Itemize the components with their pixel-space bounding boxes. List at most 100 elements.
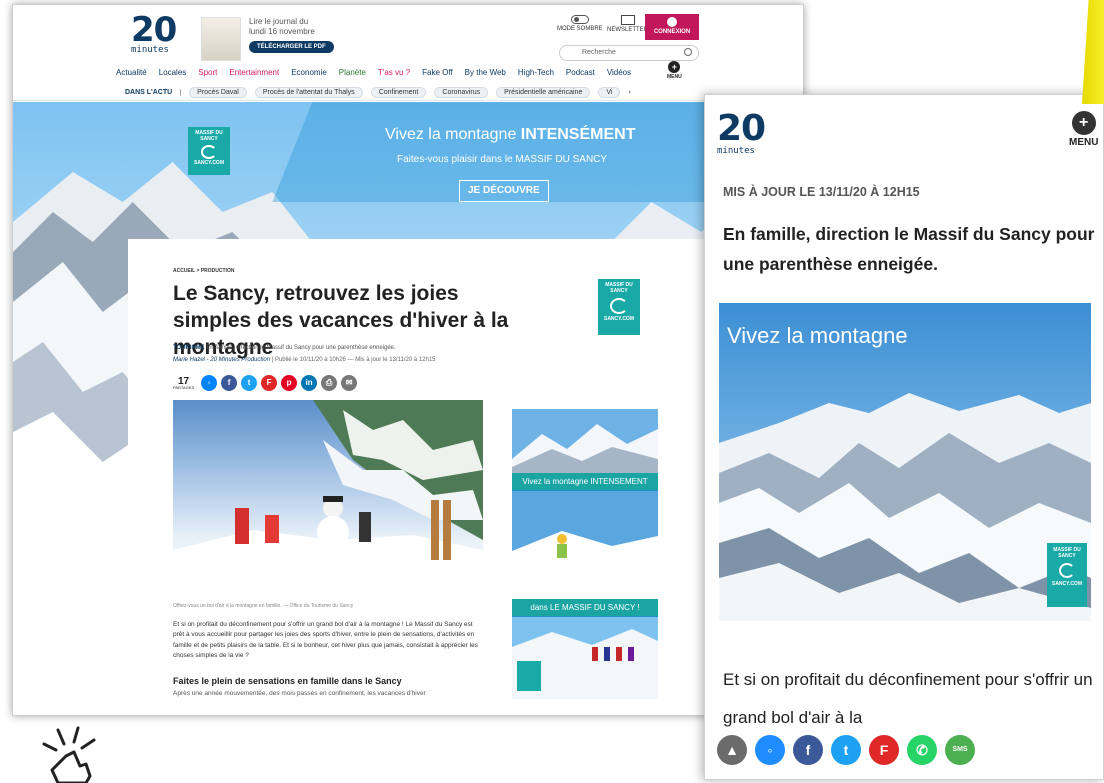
logo-number: 20 xyxy=(717,108,766,149)
site-header: 20 minutes Lire le journal du lundi 16 n… xyxy=(13,5,803,101)
login-label: CONNEXION xyxy=(653,29,691,35)
newspaper-promo[interactable]: Lire le journal du lundi 16 novembre TÉL… xyxy=(201,17,334,63)
banner-headline-a: Vivez la montagne xyxy=(385,126,521,143)
logo-number: 20 xyxy=(131,10,177,50)
side-ad[interactable]: Vivez la montagne INTENSEMENT dans LE MA… xyxy=(512,409,658,699)
download-pdf-button[interactable]: TÉLÉCHARGER LE PDF xyxy=(249,41,334,53)
nav-item[interactable]: Fake Off xyxy=(422,68,453,82)
logo-site-text: SANCY.COM xyxy=(603,316,634,322)
menu-button[interactable]: + MENU xyxy=(667,61,682,80)
nav-item[interactable]: Vidéos xyxy=(607,68,631,82)
logo-name-text: SANCY xyxy=(1058,552,1076,559)
mobile-ad[interactable]: Vivez la montagne MASSIF DU SANCY SANCY.… xyxy=(719,303,1091,621)
menu-label: MENU xyxy=(1069,137,1099,148)
side-ad-line1: Vivez la montagne INTENSEMENT xyxy=(512,473,658,490)
twitter-icon[interactable]: t xyxy=(831,735,861,765)
facebook-icon[interactable]: f xyxy=(221,375,238,391)
logo-site-text: SANCY.COM xyxy=(193,160,224,166)
nav-item[interactable]: T'as vu ? xyxy=(378,68,410,82)
article-paragraph-2: Après une année mouvementée, des mois pa… xyxy=(173,690,426,697)
alert-icon[interactable]: ▲ xyxy=(717,735,747,765)
banner-headline: Vivez la montagne INTENSÉMENT xyxy=(385,126,635,144)
nav-item[interactable]: Podcast xyxy=(566,68,595,82)
article-card: ACCUEIL > PRODUCTION Le Sancy, retrouvez… xyxy=(128,239,704,715)
author-link[interactable]: Marie Hazel - 20 Minutes Production xyxy=(173,357,270,363)
nav-item[interactable]: Locales xyxy=(159,68,187,82)
side-ad-line2: dans LE MASSIF DU SANCY ! xyxy=(512,599,658,616)
whatsapp-icon[interactable]: ✆ xyxy=(907,735,937,765)
newsletter-label: NEWSLETTER xyxy=(607,27,649,33)
mobile-ad-mountains xyxy=(719,303,1091,621)
nav-item[interactable]: By the Web xyxy=(465,68,506,82)
logo-name-text: SANCY xyxy=(200,135,218,142)
promo-line2: lundi 16 novembre xyxy=(249,27,315,36)
nav-item[interactable]: High-Tech xyxy=(518,68,554,82)
twitter-icon[interactable]: t xyxy=(241,375,258,391)
family-snow-photo xyxy=(173,400,483,598)
ad-skier-photo xyxy=(512,491,658,599)
chevron-right-icon[interactable]: › xyxy=(628,89,630,96)
email-icon[interactable]: ✉ xyxy=(341,375,358,391)
banner-headline-b: INTENSÉMENT xyxy=(520,126,636,143)
sancy-swirl-icon xyxy=(201,145,217,159)
messenger-icon[interactable]: ◦ xyxy=(201,375,218,391)
publish-info: | Publié le 10/11/20 à 10h26 — Mis à jou… xyxy=(270,357,436,363)
mobile-menu-button[interactable]: + MENU xyxy=(1069,111,1098,148)
flipboard-icon[interactable]: F xyxy=(869,735,899,765)
newsletter-link[interactable]: NEWSLETTER xyxy=(607,15,648,33)
sms-icon[interactable]: SMS xyxy=(945,735,975,765)
mobile-ad-title: Vivez la montagne xyxy=(727,323,908,348)
ad-mountain-photo-1 xyxy=(512,409,658,473)
plus-icon: + xyxy=(668,61,681,73)
article-lead: TOURISME En famille, direction le Massif… xyxy=(173,345,396,351)
dark-mode-toggle[interactable]: MODE SOMBRE xyxy=(557,15,603,32)
nav-item[interactable]: Sport xyxy=(198,68,217,82)
article-meta: Marie Hazel - 20 Minutes Production | Pu… xyxy=(173,357,436,363)
nav-item[interactable]: Economie xyxy=(291,68,327,82)
breadcrumb[interactable]: ACCUEIL > PRODUCTION xyxy=(173,268,234,274)
trending-chip[interactable]: Procès Daval xyxy=(189,86,247,98)
pinterest-icon[interactable]: p xyxy=(281,375,298,391)
trending-chip[interactable]: Coronavirus xyxy=(434,86,489,98)
toggle-icon xyxy=(570,15,589,24)
mobile-site-logo[interactable]: 20 minutes xyxy=(717,108,766,156)
search-input[interactable]: Recherche xyxy=(559,45,699,61)
trending-chip[interactable]: Vi xyxy=(598,86,621,98)
trending-label: DANS L'ACTU xyxy=(125,88,182,96)
desktop-page: 20 minutes Lire le journal du lundi 16 n… xyxy=(12,4,804,716)
mobile-share-bar: ▲ ◦ f t F ✆ SMS xyxy=(717,733,975,767)
flipboard-icon[interactable]: F xyxy=(261,375,278,391)
trending-chip[interactable]: Confinement xyxy=(370,86,427,98)
dark-mode-label: MODE SOMBRE xyxy=(557,26,603,32)
nav-item[interactable]: Actualité xyxy=(116,68,147,82)
sancy-article-logo: MASSIF DU SANCY SANCY.COM xyxy=(598,279,640,335)
sancy-swirl-icon xyxy=(1059,563,1075,578)
mobile-lead: En famille, direction le Massif du Sancy… xyxy=(723,224,1095,275)
logo-name-text: SANCY xyxy=(610,287,628,294)
mobile-page: 20 minutes + MENU MIS À JOUR LE 13/11/20… xyxy=(704,94,1104,780)
trending-chip[interactable]: Présidentielle américaine xyxy=(496,86,591,98)
linkedin-icon[interactable]: in xyxy=(301,375,318,391)
trending-chip[interactable]: Procès de l'attentat du Thalys xyxy=(254,86,363,98)
search-icon[interactable] xyxy=(684,48,692,56)
nav-item[interactable]: Entertainment xyxy=(229,68,279,82)
share-count: 17 PARTAGES xyxy=(173,376,194,390)
print-icon[interactable]: ⎙ xyxy=(321,375,338,391)
newspaper-thumbnail xyxy=(201,17,241,61)
composite-screenshot: 20 minutes Lire le journal du lundi 16 n… xyxy=(0,0,1104,783)
messenger-icon[interactable]: ◦ xyxy=(755,735,785,765)
article-paragraph: Et si on profitait du déconfinement pour… xyxy=(173,621,478,660)
login-button[interactable]: CONNEXION xyxy=(645,14,699,40)
main-nav: Actualité Locales Sport Entertainment Econom… xyxy=(116,68,631,82)
photo-caption: Offrez-vous un bol d'air à la montagne e… xyxy=(173,603,354,609)
envelope-icon xyxy=(620,15,635,25)
sancy-banner-logo[interactable]: MASSIF DU SANCY SANCY.COM xyxy=(188,127,230,175)
nav-item[interactable]: Planète xyxy=(339,68,366,82)
side-ad-logo xyxy=(517,661,541,691)
lead-tag[interactable]: TOURISME xyxy=(173,345,205,351)
discover-button[interactable]: JE DÉCOUVRE xyxy=(459,180,549,202)
mobile-ad-logo: MASSIF DU SANCY SANCY.COM xyxy=(1047,543,1087,607)
facebook-icon[interactable]: f xyxy=(793,735,823,765)
site-logo[interactable]: 20 minutes xyxy=(131,10,177,55)
tap-gesture-icon xyxy=(42,726,96,783)
